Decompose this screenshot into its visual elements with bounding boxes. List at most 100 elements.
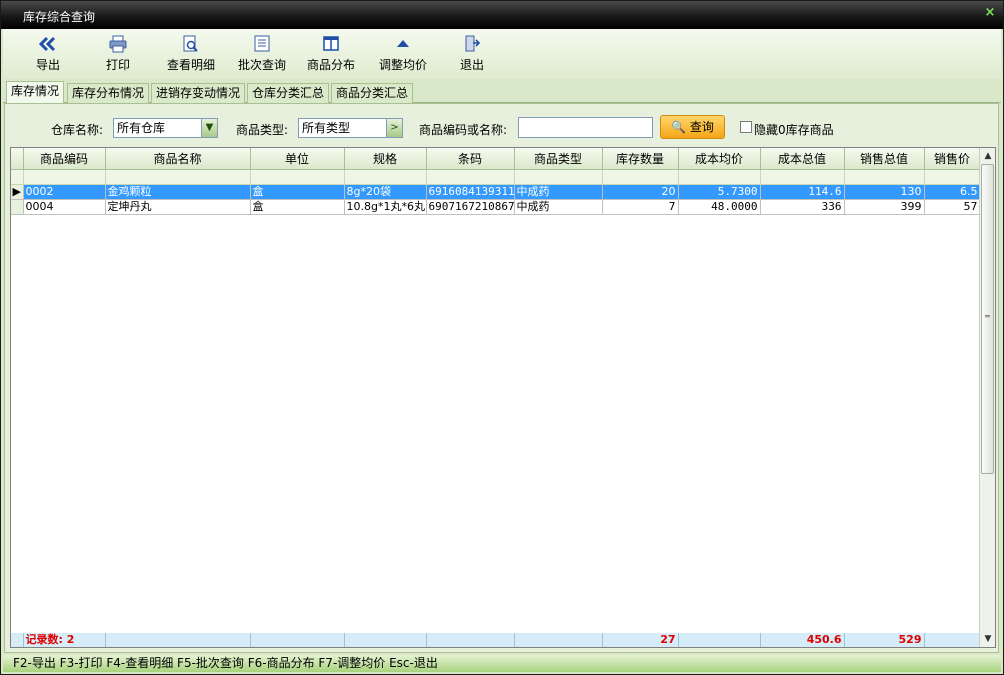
cell-cost-total[interactable]: 336 — [760, 199, 845, 215]
cell-unit[interactable]: 盒 — [250, 199, 345, 215]
scroll-up-icon[interactable]: ▲ — [980, 148, 995, 164]
code-or-name-input[interactable] — [518, 117, 653, 138]
exit-door-icon — [465, 35, 481, 52]
summary-empty — [426, 633, 515, 647]
cell-code[interactable]: 0002 — [23, 184, 106, 200]
chevron-down-icon[interactable]: ▼ — [201, 119, 217, 137]
cell-sale-price[interactable]: 57 — [924, 199, 981, 215]
warehouse-select[interactable]: 所有仓库 ▼ — [113, 118, 218, 138]
record-count: 记录数: 2 — [23, 633, 106, 647]
filter-cell[interactable] — [844, 169, 925, 185]
cell-sales-total[interactable]: 130 — [844, 184, 925, 200]
filter-cell[interactable] — [426, 169, 515, 185]
column-header[interactable]: 库存数量 — [602, 148, 679, 170]
hide-zero-stock-checkbox[interactable] — [740, 121, 752, 133]
cell-stock-qty[interactable]: 7 — [602, 199, 679, 215]
cell-name[interactable]: 定坤丹丸 — [105, 199, 251, 215]
cell-sales-total[interactable]: 399 — [844, 199, 925, 215]
product-distribution-button[interactable]: 商品分布 — [301, 35, 361, 75]
batch-query-button[interactable]: 批次查询 — [232, 35, 292, 75]
tab-stock-status[interactable]: 库存情况 — [6, 81, 65, 103]
toolbar: 导出 打印 查看明细 批次查询 商品分布 调整均价 退出 — [3, 29, 1001, 79]
cell-category[interactable]: 中成药 — [514, 184, 603, 200]
search-icon: 🔍 — [671, 120, 687, 134]
column-header[interactable]: 销售总值 — [844, 148, 925, 170]
filter-cell[interactable] — [678, 169, 761, 185]
cell-code[interactable]: 0004 — [23, 199, 106, 215]
filter-cell[interactable] — [602, 169, 679, 185]
adjust-avg-price-button[interactable]: 调整均价 — [373, 35, 433, 75]
summary-empty — [250, 633, 345, 647]
columns-icon — [323, 36, 339, 51]
summary-empty — [105, 633, 251, 647]
filter-cell[interactable] — [344, 169, 427, 185]
column-header[interactable]: 商品编码 — [23, 148, 106, 170]
tab-stock-distribution[interactable]: 库存分布情况 — [67, 83, 150, 103]
cell-barcode[interactable]: 6916084139311 — [426, 184, 515, 200]
scrollbar-thumb[interactable]: ═ — [981, 164, 994, 474]
window-title: 库存综合查询 — [23, 10, 96, 24]
search-button[interactable]: 🔍 查询 — [660, 115, 725, 139]
close-icon[interactable]: × — [983, 6, 997, 20]
tab-category-summary[interactable]: 商品分类汇总 — [331, 83, 414, 103]
magnifier-document-icon — [183, 35, 198, 52]
column-header[interactable]: 单位 — [250, 148, 345, 170]
cell-sale-price[interactable]: 6.5 — [924, 184, 981, 200]
cell-avg-cost[interactable]: 5.7300 — [678, 184, 761, 200]
filter-cell[interactable] — [23, 169, 106, 185]
filter-cell[interactable] — [924, 169, 981, 185]
cell-spec[interactable]: 10.8g*1丸*6丸 — [344, 199, 427, 215]
double-left-arrow-icon — [38, 36, 56, 52]
title-bar[interactable]: 库存综合查询 × — [1, 1, 1003, 29]
view-detail-label: 查看明细 — [166, 58, 215, 72]
hide-zero-stock-label[interactable]: 隐藏0库存商品 — [754, 121, 834, 138]
row-indicator — [11, 199, 24, 215]
stock-qty-total: 27 — [602, 633, 679, 647]
vertical-scrollbar[interactable]: ▲ ═ ▼ — [979, 148, 995, 647]
column-header[interactable]: 商品名称 — [105, 148, 251, 170]
filter-cell[interactable] — [250, 169, 345, 185]
cell-name[interactable]: 金鸡颗粒 — [105, 184, 251, 200]
cell-category[interactable]: 中成药 — [514, 199, 603, 215]
column-header[interactable]: 成本总值 — [760, 148, 845, 170]
tab-warehouse-summary[interactable]: 仓库分类汇总 — [247, 83, 330, 103]
table-row[interactable]: ▶ 0002 金鸡颗粒 盒 8g*20袋 6916084139311 中成药 2… — [11, 184, 981, 200]
filter-row-indicator — [11, 169, 24, 185]
adjust-avg-price-label: 调整均价 — [378, 58, 427, 72]
column-header[interactable]: 销售价 — [924, 148, 981, 170]
product-distribution-label: 商品分布 — [306, 58, 355, 72]
export-button[interactable]: 导出 — [23, 35, 73, 75]
table-row[interactable]: 0004 定坤丹丸 盒 10.8g*1丸*6丸 6907167210867 中成… — [11, 199, 981, 215]
category-select[interactable]: 所有类型 > — [298, 118, 403, 138]
cell-cost-total[interactable]: 114.6 — [760, 184, 845, 200]
filter-cell[interactable] — [105, 169, 251, 185]
app-window: 库存综合查询 × 导出 打印 查看明细 批次查询 商品分布 调整均价 退出 库存… — [0, 0, 1004, 675]
header-indicator — [11, 148, 24, 170]
cell-avg-cost[interactable]: 48.0000 — [678, 199, 761, 215]
summary-empty — [678, 633, 761, 647]
header-row: 商品编码 商品名称 单位 规格 条码 商品类型 库存数量 成本均价 成本总值 销… — [11, 148, 981, 170]
column-header[interactable]: 规格 — [344, 148, 427, 170]
print-button[interactable]: 打印 — [93, 35, 143, 75]
scroll-down-icon[interactable]: ▼ — [980, 631, 995, 647]
filter-row — [11, 169, 981, 185]
view-detail-button[interactable]: 查看明细 — [161, 35, 221, 75]
filter-cell[interactable] — [760, 169, 845, 185]
chevron-right-icon[interactable]: > — [386, 119, 402, 137]
filter-cell[interactable] — [514, 169, 603, 185]
cell-spec[interactable]: 8g*20袋 — [344, 184, 427, 200]
cell-unit[interactable]: 盒 — [250, 184, 345, 200]
tab-inventory-changes[interactable]: 进销存变动情况 — [151, 83, 246, 103]
cell-barcode[interactable]: 6907167210867 — [426, 199, 515, 215]
code-or-name-label: 商品编码或名称: — [419, 123, 508, 137]
column-header[interactable]: 成本均价 — [678, 148, 761, 170]
exit-label: 退出 — [459, 58, 484, 72]
tab-strip: 库存情况 库存分布情况 进销存变动情况 仓库分类汇总 商品分类汇总 — [3, 81, 1001, 103]
exit-button[interactable]: 退出 — [449, 35, 495, 75]
row-pointer-icon: ▶ — [11, 184, 24, 200]
cell-stock-qty[interactable]: 20 — [602, 184, 679, 200]
summary-indicator — [11, 633, 24, 647]
warehouse-value: 所有仓库 — [117, 121, 166, 135]
column-header[interactable]: 条码 — [426, 148, 515, 170]
column-header[interactable]: 商品类型 — [514, 148, 603, 170]
